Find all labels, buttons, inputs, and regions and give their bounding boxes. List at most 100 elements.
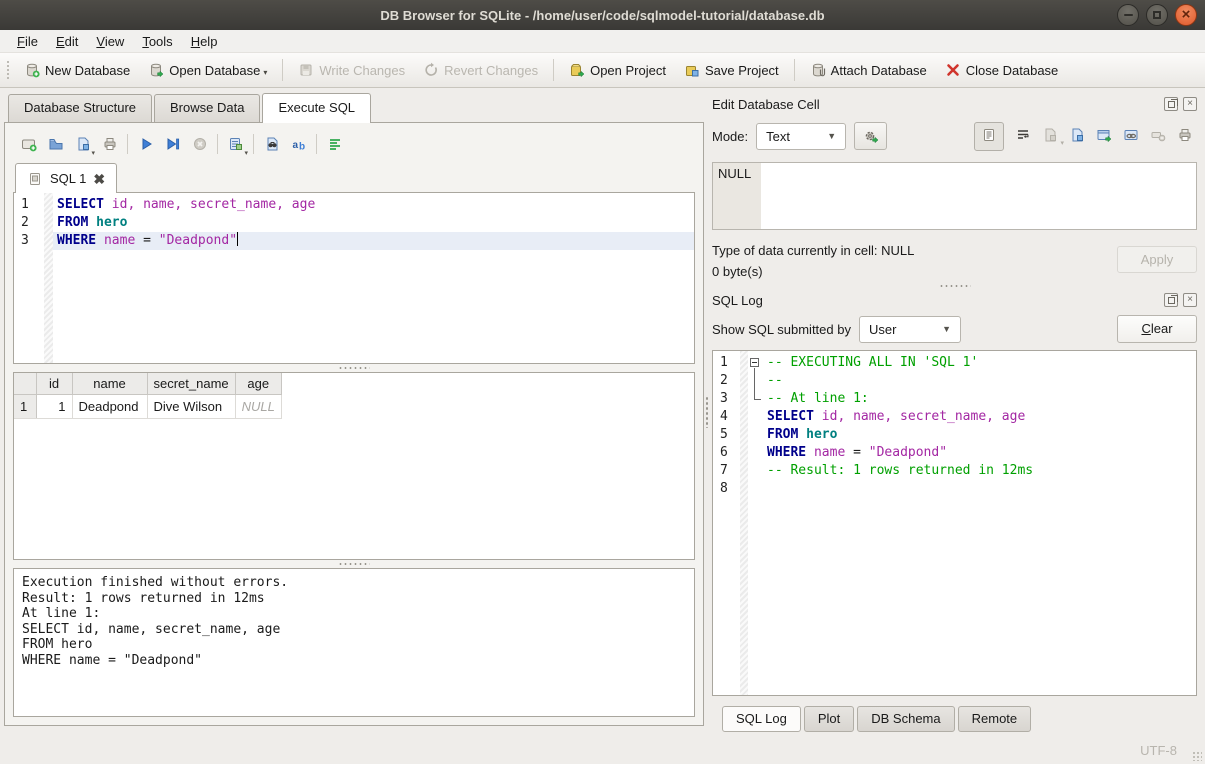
line-number: 7 xyxy=(720,462,740,480)
tab-browse-data[interactable]: Browse Data xyxy=(154,94,260,122)
new-database-button[interactable]: New Database xyxy=(15,58,139,82)
float-dock-button[interactable] xyxy=(1164,293,1178,307)
code-line: WHERE name = "Deadpond" xyxy=(763,444,1196,462)
auto-switch-mode-button[interactable] xyxy=(854,122,887,150)
text-mode-button[interactable] xyxy=(974,122,1004,151)
word-wrap-cell-button[interactable] xyxy=(1015,127,1031,146)
column-header-name[interactable]: name xyxy=(72,373,147,394)
menu-help[interactable]: Help xyxy=(182,32,227,51)
toolbar-button-label: Write Changes xyxy=(319,63,405,78)
gear-icon xyxy=(863,128,879,144)
dock-tab-remote[interactable]: Remote xyxy=(958,706,1032,732)
open-sql-file-icon xyxy=(48,136,64,152)
results-grid[interactable]: idnamesecret_nameage11DeadpondDive Wilso… xyxy=(13,372,695,560)
execute-all-button[interactable] xyxy=(132,131,159,157)
corner-header[interactable] xyxy=(14,373,36,394)
svg-text:b: b xyxy=(299,142,305,153)
word-wrap-button[interactable] xyxy=(321,131,348,157)
revert-changes-icon xyxy=(423,62,439,78)
export-data-button[interactable] xyxy=(1096,127,1112,146)
tab-execute-sql[interactable]: Execute SQL xyxy=(262,93,371,123)
dock-tab-db-schema[interactable]: DB Schema xyxy=(857,706,954,732)
sql-editor[interactable]: 123SELECT id, name, secret_name, ageFROM… xyxy=(13,192,695,364)
tab-database-structure[interactable]: Database Structure xyxy=(8,94,152,122)
dock-tab-plot[interactable]: Plot xyxy=(804,706,854,732)
table-cell[interactable]: NULL xyxy=(235,394,281,418)
sql-doc-tab[interactable]: SQL 1 ✖ xyxy=(15,163,117,193)
format-sql-button[interactable]: ab xyxy=(285,131,312,157)
fold-cell xyxy=(748,372,763,390)
column-header-secret_name[interactable]: secret_name xyxy=(147,373,235,394)
code-line: WHERE name = "Deadpond" xyxy=(53,232,694,250)
save-project-button[interactable]: Save Project xyxy=(675,58,788,82)
chevron-down-icon: ▼ xyxy=(827,131,836,141)
toolbar-button-label: New Database xyxy=(45,63,130,78)
column-header-id[interactable]: id xyxy=(36,373,72,394)
open-sql-file-button[interactable] xyxy=(42,131,69,157)
attach-database-icon xyxy=(810,62,826,78)
mode-combobox-value: Text xyxy=(766,129,790,144)
open-project-button[interactable]: Open Project xyxy=(560,58,675,82)
float-icon xyxy=(1168,101,1175,108)
menu-view[interactable]: View xyxy=(87,32,133,51)
menu-edit[interactable]: Edit xyxy=(47,32,87,51)
database-open-icon xyxy=(148,62,164,78)
column-header-age[interactable]: age xyxy=(235,373,281,394)
new-sql-tab-button[interactable] xyxy=(15,131,42,157)
toolbar-separator xyxy=(282,59,283,81)
fold-cell xyxy=(748,426,763,444)
resize-grip[interactable] xyxy=(1192,751,1202,761)
toolbar-separator xyxy=(316,134,317,154)
export-data-icon xyxy=(1096,127,1112,143)
dock-tab-sql-log[interactable]: SQL Log xyxy=(722,706,801,732)
close-button[interactable]: × xyxy=(1175,4,1197,26)
close-database-button[interactable]: Close Database xyxy=(936,58,1068,82)
float-dock-button[interactable] xyxy=(1164,97,1178,111)
save-as-button[interactable] xyxy=(1069,127,1085,146)
toolbar-drag-handle[interactable] xyxy=(6,60,11,80)
submitter-combobox[interactable]: User ▼ xyxy=(859,316,961,343)
save-sql-file-button[interactable]: ▾ xyxy=(69,131,96,157)
execute-line-button[interactable] xyxy=(159,131,186,157)
print-cell-button[interactable] xyxy=(1177,127,1193,146)
clear-log-button[interactable]: Clear xyxy=(1117,315,1197,343)
close-tab-icon[interactable]: ✖ xyxy=(93,172,105,186)
table-cell[interactable]: 1 xyxy=(36,394,72,418)
sql-log-view[interactable]: 12345678-- EXECUTING ALL IN 'SQL 1'---- … xyxy=(712,350,1197,696)
close-dock-button[interactable]: × xyxy=(1183,97,1197,111)
mode-combobox[interactable]: Text ▼ xyxy=(756,123,846,150)
find-replace-button[interactable] xyxy=(258,131,285,157)
find-replace-icon xyxy=(264,136,280,152)
copy-link-button[interactable] xyxy=(1123,127,1139,146)
maximize-button[interactable] xyxy=(1146,4,1168,26)
open-database-button[interactable]: Open Database▾ xyxy=(139,58,276,82)
save-results-button[interactable]: ▾ xyxy=(222,131,249,157)
window-controls: × xyxy=(1117,4,1197,26)
minimize-button[interactable] xyxy=(1117,4,1139,26)
code-area[interactable]: SELECT id, name, secret_name, ageFROM he… xyxy=(53,193,694,363)
fold-column xyxy=(748,351,763,695)
row-header[interactable]: 1 xyxy=(14,394,36,418)
table-cell[interactable]: Dive Wilson xyxy=(147,394,235,418)
code-line: -- xyxy=(763,372,1196,390)
fold-cell xyxy=(748,390,763,408)
code-area[interactable]: -- EXECUTING ALL IN 'SQL 1'---- At line … xyxy=(763,351,1196,695)
close-dock-button[interactable]: × xyxy=(1183,293,1197,307)
format-sql-icon: ab xyxy=(291,136,307,152)
sql-doc-tab-label: SQL 1 xyxy=(50,171,86,186)
submitter-combobox-value: User xyxy=(869,322,896,337)
fold-collapse-icon[interactable] xyxy=(748,354,763,372)
table-cell[interactable]: Deadpond xyxy=(72,394,147,418)
results-message-splitter[interactable] xyxy=(13,560,695,568)
text-cursor xyxy=(237,232,238,246)
editor-results-splitter[interactable] xyxy=(13,364,695,372)
menu-file[interactable]: File xyxy=(8,32,47,51)
menu-tools[interactable]: Tools xyxy=(133,32,181,51)
attach-database-button[interactable]: Attach Database xyxy=(801,58,936,82)
cell-value-body[interactable] xyxy=(761,163,1196,229)
cell-value-editor[interactable]: NULL xyxy=(712,162,1197,230)
dock-splitter[interactable] xyxy=(712,282,1197,290)
print-sql-button[interactable] xyxy=(96,131,123,157)
sql-log-filter-row: Show SQL submitted by User ▼ Clear xyxy=(712,312,1197,346)
gutter-hatch xyxy=(740,351,748,695)
